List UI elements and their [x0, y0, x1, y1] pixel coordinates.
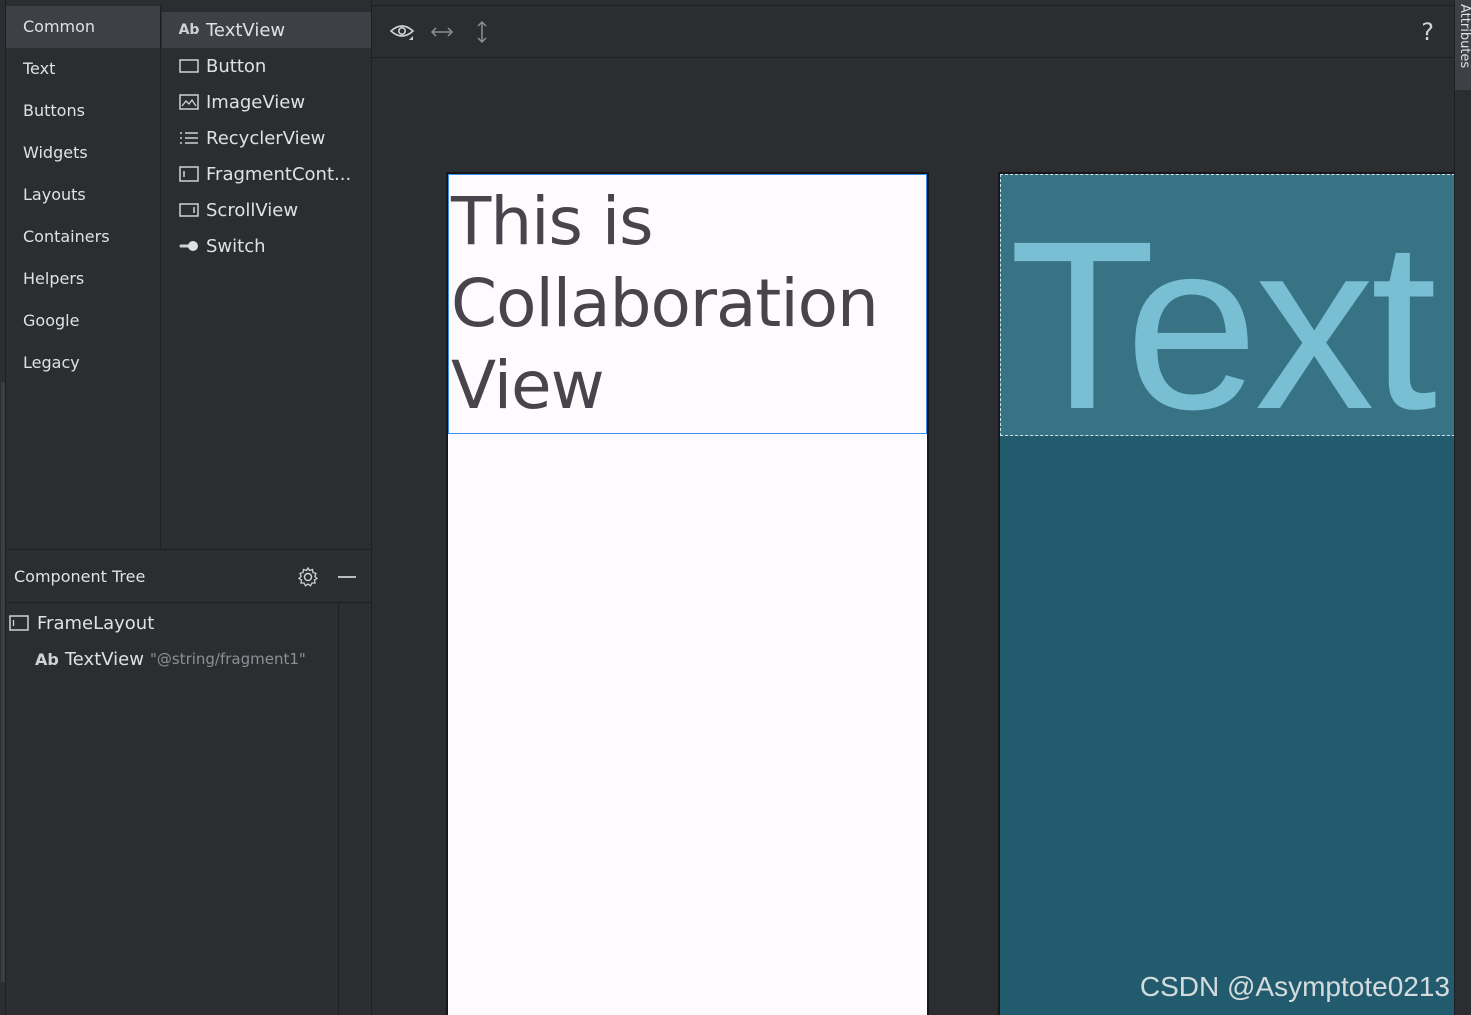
- gear-icon[interactable]: [293, 562, 323, 592]
- imageview-icon: [178, 93, 200, 111]
- blueprint-text: Text: [1009, 191, 1437, 436]
- widget-label: Button: [206, 55, 267, 77]
- category-google[interactable]: Google: [6, 300, 160, 342]
- framelayout-icon: [8, 615, 30, 631]
- component-tree-title: Component Tree: [14, 567, 146, 586]
- attributes-tab[interactable]: Attributes: [1455, 0, 1471, 90]
- switch-icon: [178, 237, 200, 255]
- vertical-resize-icon[interactable]: [462, 12, 502, 52]
- widget-label: RecyclerView: [206, 127, 326, 149]
- recyclerview-icon: [178, 129, 200, 147]
- component-tree-header: Component Tree: [6, 551, 371, 603]
- textview-icon: Ab: [35, 649, 59, 669]
- category-widgets[interactable]: Widgets: [6, 132, 160, 174]
- category-legacy[interactable]: Legacy: [6, 342, 160, 384]
- component-tree-panel: Component Tree FrameLayout Ab TextView "…: [6, 551, 372, 1015]
- horizontal-resize-icon[interactable]: [422, 12, 462, 52]
- right-tool-strip: Attributes: [1454, 0, 1471, 1015]
- widget-textview[interactable]: Ab TextView: [162, 12, 371, 48]
- widget-label: ImageView: [206, 91, 306, 113]
- category-layouts[interactable]: Layouts: [6, 174, 160, 216]
- tree-node-textview[interactable]: Ab TextView "@string/fragment1": [6, 641, 338, 677]
- palette-categories: Common Text Buttons Widgets Layouts Cont…: [6, 6, 161, 550]
- attributes-tab-label: Attributes: [1457, 4, 1471, 69]
- design-textview[interactable]: This is Collaboration View: [448, 174, 927, 434]
- design-surface[interactable]: This is Collaboration View: [446, 172, 929, 1015]
- tree-node-label: FrameLayout: [37, 612, 155, 634]
- widget-imageview[interactable]: ImageView: [162, 84, 371, 120]
- eye-icon[interactable]: [382, 12, 422, 52]
- button-icon: [178, 57, 200, 75]
- widget-recyclerview[interactable]: RecyclerView: [162, 120, 371, 156]
- design-text-line: This is: [451, 183, 654, 260]
- minimize-icon[interactable]: [332, 562, 362, 592]
- help-icon[interactable]: ?: [1421, 18, 1434, 46]
- widget-label: TextView: [206, 19, 286, 41]
- blueprint-textview[interactable]: Text: [1000, 174, 1454, 436]
- widget-label: ScrollView: [206, 199, 299, 221]
- widget-switch[interactable]: Switch: [162, 228, 371, 264]
- tree-node-framelayout[interactable]: FrameLayout: [6, 605, 338, 641]
- widget-button[interactable]: Button: [162, 48, 371, 84]
- design-text-line: View: [451, 347, 605, 424]
- fragmentcontainer-icon: [178, 165, 200, 183]
- tree-node-label: TextView: [64, 648, 144, 670]
- category-text[interactable]: Text: [6, 48, 160, 90]
- left-scrollbar-thumb[interactable]: [1, 382, 5, 982]
- widget-label: FragmentCont...: [206, 163, 352, 185]
- textview-icon: Ab: [178, 22, 200, 38]
- scrollview-icon: [178, 201, 200, 219]
- category-containers[interactable]: Containers: [6, 216, 160, 258]
- design-text-line: Collaboration: [451, 265, 879, 342]
- category-helpers[interactable]: Helpers: [6, 258, 160, 300]
- palette-widgets: Ab TextView Button ImageView RecyclerVie…: [162, 12, 371, 550]
- design-toolbar: ?: [372, 6, 1454, 58]
- category-buttons[interactable]: Buttons: [6, 90, 160, 132]
- tree-node-hint: "@string/fragment1": [149, 650, 306, 668]
- component-tree-body: FrameLayout Ab TextView "@string/fragmen…: [6, 603, 339, 1015]
- category-common[interactable]: Common: [6, 6, 160, 48]
- design-canvas[interactable]: This is Collaboration View Text CSDN @As…: [372, 59, 1454, 1015]
- widget-label: Switch: [206, 235, 266, 257]
- widget-fragmentcontainer[interactable]: FragmentCont...: [162, 156, 371, 192]
- palette-panel: Common Text Buttons Widgets Layouts Cont…: [6, 0, 372, 550]
- blueprint-surface[interactable]: Text: [998, 172, 1454, 1015]
- widget-scrollview[interactable]: ScrollView: [162, 192, 371, 228]
- watermark: CSDN @Asymptote0213: [1139, 971, 1450, 1002]
